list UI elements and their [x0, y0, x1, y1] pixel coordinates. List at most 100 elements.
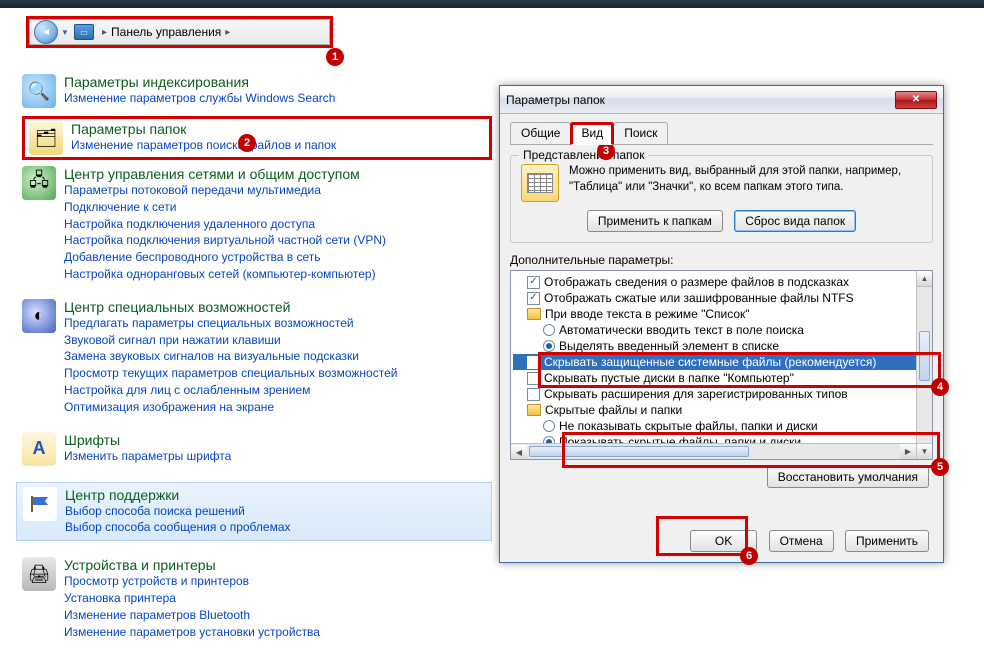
cp-link-network-0[interactable]: Параметры потоковой передачи мультимедиа [64, 182, 386, 199]
scroll-left-button[interactable]: ◀ [511, 445, 527, 460]
cp-link-support-1[interactable]: Выбор способа сообщения о проблемах [65, 519, 291, 536]
scroll-thumb[interactable] [529, 446, 749, 457]
cp-title-support: Центр поддержки [65, 487, 291, 503]
restore-defaults-button[interactable]: Восстановить умолчания [767, 466, 929, 488]
cp-link-devices-2[interactable]: Изменение параметров Bluetooth [64, 607, 320, 624]
cp-title-fonts: Шрифты [64, 432, 231, 448]
nav-back-button[interactable]: ◄ [34, 20, 58, 44]
close-button[interactable]: ✕ [895, 91, 937, 109]
cp-link-access-2[interactable]: Замена звуковых сигналов на визуальные п… [64, 348, 397, 365]
tab-view[interactable]: Вид [570, 122, 614, 145]
scroll-thumb[interactable] [919, 331, 930, 381]
breadcrumb-label[interactable]: Панель управления [111, 25, 221, 39]
cp-link-indexing-change[interactable]: Изменение параметров службы Windows Sear… [64, 90, 335, 107]
scroll-up-button[interactable]: ▲ [917, 271, 932, 287]
list-item[interactable]: Скрытые файлы и папки [513, 402, 930, 418]
flag-icon [23, 487, 57, 521]
folder-view-icon [521, 164, 559, 202]
list-item[interactable]: ✓Отображать сведения о размере файлов в … [513, 274, 930, 290]
dialog-tabs: Общие Вид Поиск [510, 122, 933, 145]
checkbox-icon[interactable] [527, 388, 540, 401]
list-item[interactable]: При вводе текста в режиме "Список" [513, 306, 930, 322]
cp-link-devices-3[interactable]: Изменение параметров установки устройств… [64, 624, 320, 641]
folder-icon [527, 404, 541, 416]
cp-group-network: 🖧 Центр управления сетями и общим доступ… [22, 166, 492, 283]
address-bar-callout-frame: ◄ ▼ ▭ ▸ Панель управления ▸ [26, 16, 333, 48]
breadcrumb-separator: ▸ [225, 27, 230, 38]
tab-search[interactable]: Поиск [613, 122, 668, 144]
fonts-icon: A [22, 432, 56, 466]
radio-icon[interactable] [543, 420, 555, 432]
cp-title-devices: Устройства и принтеры [64, 557, 320, 573]
scroll-right-button[interactable]: ▶ [900, 444, 916, 459]
dialog-title-text: Параметры папок [506, 93, 895, 107]
radio-icon[interactable] [543, 324, 555, 336]
callout-badge-2: 2 [238, 134, 256, 152]
apply-button[interactable]: Применить [845, 530, 929, 552]
cp-link-network-1[interactable]: Подключение к сети [64, 199, 386, 216]
folder-view-legend: Представление папок [519, 148, 648, 162]
cp-title-accessibility: Центр специальных возможностей [64, 299, 397, 315]
cp-link-network-4[interactable]: Добавление беспроводного устройства в се… [64, 249, 386, 266]
dialog-titlebar[interactable]: Параметры папок ✕ [500, 86, 943, 114]
checkbox-icon[interactable] [527, 356, 540, 369]
list-item-hide-system-files[interactable]: Скрывать защищенные системные файлы (рек… [513, 354, 930, 370]
callout-badge-6: 6 [740, 547, 758, 565]
cp-group-devices: 🖨 Устройства и принтеры Просмотр устройс… [22, 557, 492, 640]
cp-group-support[interactable]: Центр поддержки Выбор способа поиска реш… [16, 482, 492, 542]
apply-to-folders-button[interactable]: Применить к папкам [587, 210, 723, 232]
vertical-scrollbar[interactable]: ▲ ▼ [916, 271, 932, 459]
cp-link-fonts-change[interactable]: Изменить параметры шрифта [64, 448, 231, 465]
reset-folder-view-button[interactable]: Сброс вида папок [734, 210, 856, 232]
cp-link-devices-1[interactable]: Установка принтера [64, 590, 320, 607]
scroll-down-button[interactable]: ▼ [917, 443, 932, 459]
radio-icon[interactable] [543, 340, 555, 352]
cp-title-folder[interactable]: Параметры папок [71, 121, 336, 137]
cp-link-folder-search[interactable]: Изменение параметров поиска файлов и пап… [71, 137, 336, 154]
cp-link-access-3[interactable]: Просмотр текущих параметров специальных … [64, 365, 397, 382]
cp-group-fonts: A Шрифты Изменить параметры шрифта [22, 432, 492, 466]
folder-options-dialog: Параметры папок ✕ Общие Вид Поиск Предст… [499, 85, 944, 563]
callout-badge-4: 4 [931, 378, 949, 396]
list-item[interactable]: Скрывать расширения для зарегистрированн… [513, 386, 930, 402]
address-bar[interactable]: ◄ ▼ ▭ ▸ Панель управления ▸ [29, 19, 330, 45]
cp-link-access-4[interactable]: Настройка для лиц с ослабленным зрением [64, 382, 397, 399]
magnifier-icon: 🔍 [22, 74, 56, 108]
cp-link-devices-0[interactable]: Просмотр устройств и принтеров [64, 573, 320, 590]
checkbox-icon[interactable]: ✓ [527, 276, 540, 289]
cancel-button[interactable]: Отмена [769, 530, 834, 552]
network-center-icon: 🖧 [22, 166, 56, 200]
list-item[interactable]: Выделять введенный элемент в списке [513, 338, 930, 354]
cp-link-access-5[interactable]: Оптимизация изображения на экране [64, 399, 397, 416]
advanced-settings-label: Дополнительные параметры: [510, 253, 933, 267]
cp-group-indexing: 🔍 Параметры индексирования Изменение пар… [22, 74, 492, 108]
cp-link-access-0[interactable]: Предлагать параметры специальных возможн… [64, 315, 397, 332]
callout-badge-5: 5 [931, 458, 949, 476]
list-item[interactable]: Автоматически вводить текст в поле поиск… [513, 322, 930, 338]
cp-link-network-5[interactable]: Настройка одноранговых сетей (компьютер-… [64, 266, 386, 283]
cp-link-access-1[interactable]: Звуковой сигнал при нажатии клавиши [64, 332, 397, 349]
folder-view-description: Можно применить вид, выбранный для этой … [569, 164, 922, 202]
nav-history-dropdown[interactable]: ▼ [60, 28, 70, 37]
folder-options-icon: 🗂 [29, 121, 63, 155]
cp-link-network-2[interactable]: Настройка подключения удаленного доступа [64, 216, 386, 233]
cp-title-indexing: Параметры индексирования [64, 74, 335, 90]
list-item[interactable]: Скрывать пустые диски в папке "Компьютер… [513, 370, 930, 386]
checkbox-icon[interactable] [527, 372, 540, 385]
checkbox-icon[interactable]: ✓ [527, 292, 540, 305]
horizontal-scrollbar[interactable]: ◀ ▶ [511, 443, 916, 459]
cp-group-accessibility: ◐ Центр специальных возможностей Предлаг… [22, 299, 492, 416]
control-panel-icon: ▭ [74, 24, 94, 40]
folder-view-groupbox: Представление папок Можно применить вид,… [510, 155, 933, 243]
devices-printers-icon: 🖨 [22, 557, 56, 591]
list-item[interactable]: ✓Отображать сжатые или зашифрованные фай… [513, 290, 930, 306]
cp-link-network-3[interactable]: Настройка подключения виртуальной частно… [64, 232, 386, 249]
accessibility-icon: ◐ [22, 299, 56, 333]
tab-general[interactable]: Общие [510, 122, 571, 144]
list-item[interactable]: Не показывать скрытые файлы, папки и дис… [513, 418, 930, 434]
advanced-settings-listbox[interactable]: ✓Отображать сведения о размере файлов в … [510, 270, 933, 460]
cp-group-folder-callout-frame: 🗂 Параметры папок Изменение параметров п… [22, 116, 492, 160]
cp-link-support-0[interactable]: Выбор способа поиска решений [65, 503, 291, 520]
cp-title-network: Центр управления сетями и общим доступом [64, 166, 386, 182]
breadcrumb-separator: ▸ [102, 27, 107, 38]
